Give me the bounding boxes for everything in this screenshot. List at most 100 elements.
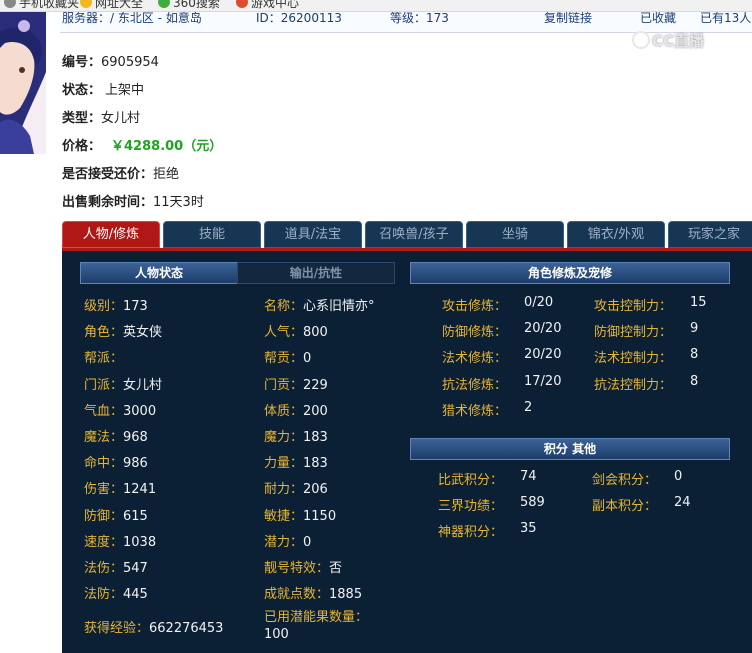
cultivation-row-4-value: 2 [524, 399, 533, 415]
points2-row-0-label: 剑会积分： [592, 473, 658, 488]
control-row-2-label: 法术控制力： [594, 351, 673, 367]
mid-stat-row-11: 成就点数：1885 [264, 583, 362, 602]
cultivation-row-1-value: 20/20 [524, 321, 562, 337]
mid-stat-row-1-label: 人气： [264, 325, 304, 341]
points-row-1: 三界功绩： 589 [438, 495, 545, 514]
left-stat-row-1-label: 角色： [84, 325, 124, 341]
points-row-2-label: 神器积分： [438, 525, 504, 541]
left-stat-row-9-label: 速度： [84, 534, 124, 550]
server-label: 服务器：/ 东北区 - 如意岛 [62, 12, 202, 25]
game-center-icon [236, 0, 248, 8]
left-stat-row-3: 门派：女儿村 [84, 374, 162, 393]
left-stat-row-5-label: 魔法： [84, 430, 124, 445]
mid-stat-row-3-label: 门贡： [264, 377, 304, 393]
mid-stat-row-9-label: 潜力： [264, 534, 304, 550]
control-row-3-label: 抗法控制力： [594, 377, 673, 393]
mid-stat-row-9: 潜力：0 [264, 531, 311, 550]
left-stat-row-3-label: 门派： [84, 377, 124, 393]
left-stat-row-10-label: 法伤： [84, 561, 124, 576]
mid-stat-row-4-value: 200 [303, 403, 328, 419]
bookmark-mobile[interactable]: 手机收藏夹 [4, 0, 79, 10]
stat-potential-fruit: 已用潜能果数量： 100 [264, 610, 369, 642]
mid-stat-row-2: 帮贡：0 [264, 347, 311, 366]
favorite-link[interactable]: 已收藏 [640, 12, 676, 26]
360-search-icon [158, 0, 170, 8]
tab-pets-children[interactable]: 召唤兽/孩子 [365, 221, 463, 248]
cultivation-row-3: 抗法修炼： 17/20 [442, 374, 561, 393]
cultivation-row-2-label: 法术修炼： [442, 351, 508, 367]
control-row-3-value: 8 [690, 373, 699, 389]
cultivation-row-0-value: 0/20 [524, 295, 554, 310]
detail-tabs: 人物/修炼 技能 道具/法宝 召唤兽/孩子 坐骑 锦衣/外观 玩家之家 [62, 221, 752, 248]
left-stat-row-6-value: 986 [123, 456, 148, 472]
character-avatar [0, 12, 46, 154]
left-stat-row-11: 法防：445 [84, 583, 148, 602]
item-status-field: 状态： 上架中 [62, 83, 145, 98]
cultivation-row-4: 猎术修炼： 2 [442, 400, 532, 419]
mid-stat-row-11-value: 1885 [329, 587, 363, 603]
points2-row-1-value: 24 [674, 495, 691, 511]
tab-character-cultivation[interactable]: 人物/修炼 [62, 221, 160, 248]
mid-stat-row-7: 耐力：206 [264, 478, 328, 497]
left-stat-row-10: 法伤：547 [84, 557, 148, 576]
left-stat-row-8-value: 615 [123, 508, 148, 524]
cc-logo-icon [632, 31, 650, 49]
section-char-status[interactable]: 人物状态 [80, 262, 238, 284]
favorite-count: 已有13人 [700, 12, 752, 25]
left-stat-row-4: 气血：3000 [84, 400, 156, 419]
mid-stat-row-7-label: 耐力： [264, 482, 304, 498]
left-stat-row-2-label: 帮派： [84, 351, 124, 367]
mid-stat-row-2-value: 0 [303, 351, 312, 367]
tab-skills[interactable]: 技能 [163, 221, 261, 248]
left-stat-row-5-value: 968 [123, 430, 148, 445]
left-stat-row-7-label: 伤害： [84, 482, 124, 498]
mid-stat-row-8-value: 1150 [303, 508, 337, 524]
points2-row-0: 剑会积分： 0 [592, 469, 682, 488]
mid-stat-row-1-value: 800 [303, 325, 328, 341]
left-stat-row-3-value: 女儿村 [123, 377, 163, 393]
control-row-0: 攻击控制力： 15 [594, 295, 707, 314]
mid-stat-row-11-label: 成就点数： [264, 587, 330, 603]
counter-offer-field: 是否接受还价：拒绝 [62, 167, 180, 182]
control-row-2-value: 8 [690, 347, 699, 363]
character-detail-panel: 人物状态 输出/抗性 角色修炼及宠修 获得经验：662276453 已用潜能果数… [62, 248, 752, 653]
mid-stat-row-5-label: 魔力： [264, 430, 304, 445]
control-row-2: 法术控制力： 8 [594, 347, 698, 367]
points-row-0-label: 比武积分： [438, 473, 504, 488]
points2-row-0-value: 0 [674, 469, 683, 484]
left-stat-row-9-value: 1038 [123, 534, 157, 550]
mid-stat-row-8: 敏捷：1150 [264, 505, 336, 524]
left-stat-row-1-value: 英女侠 [123, 325, 163, 341]
cc-live-watermark: CC直播 [632, 30, 704, 51]
left-stat-row-7: 伤害：1241 [84, 478, 156, 497]
left-stat-row-0-label: 级别： [84, 299, 124, 314]
points-row-0-value: 74 [520, 469, 537, 484]
mid-stat-row-3-value: 229 [303, 377, 328, 393]
copy-link[interactable]: 复制链接 [544, 12, 592, 26]
points2-row-1-label: 副本积分： [592, 499, 658, 515]
bookmark-game-center[interactable]: 游戏中心 [236, 0, 299, 10]
tab-items-treasures[interactable]: 道具/法宝 [264, 221, 362, 248]
mid-stat-row-0-value: 心系旧情亦° [303, 299, 375, 314]
bookmark-360-search[interactable]: 360搜索 [158, 0, 220, 10]
grade-label: 等级：173 [390, 12, 449, 25]
cultivation-row-2-value: 20/20 [524, 347, 562, 363]
left-stat-row-8: 防御：615 [84, 505, 148, 524]
tab-outfits[interactable]: 锦衣/外观 [567, 221, 665, 248]
web-directory-icon [80, 0, 92, 8]
control-row-1-value: 9 [690, 321, 699, 337]
mid-stat-row-6-label: 力量： [264, 456, 304, 472]
section-output-resist[interactable]: 输出/抗性 [237, 262, 395, 284]
tab-mounts[interactable]: 坐骑 [466, 221, 564, 248]
bookmark-web-directory[interactable]: 网址大全 [80, 0, 143, 10]
item-price-field: 价格： ￥4288.00（元） [62, 139, 223, 154]
cultivation-row-2: 法术修炼： 20/20 [442, 347, 561, 367]
points2-row-1: 副本积分： 24 [592, 495, 691, 515]
mid-stat-row-0-label: 名称： [264, 299, 304, 314]
character-portrait-image [0, 12, 46, 154]
cultivation-row-1-label: 防御修炼： [442, 325, 508, 341]
control-row-0-value: 15 [690, 295, 707, 310]
tab-player-home[interactable]: 玩家之家 [668, 221, 752, 248]
mid-stat-row-4: 体质：200 [264, 400, 328, 419]
left-stat-row-5: 魔法：968 [84, 426, 148, 445]
